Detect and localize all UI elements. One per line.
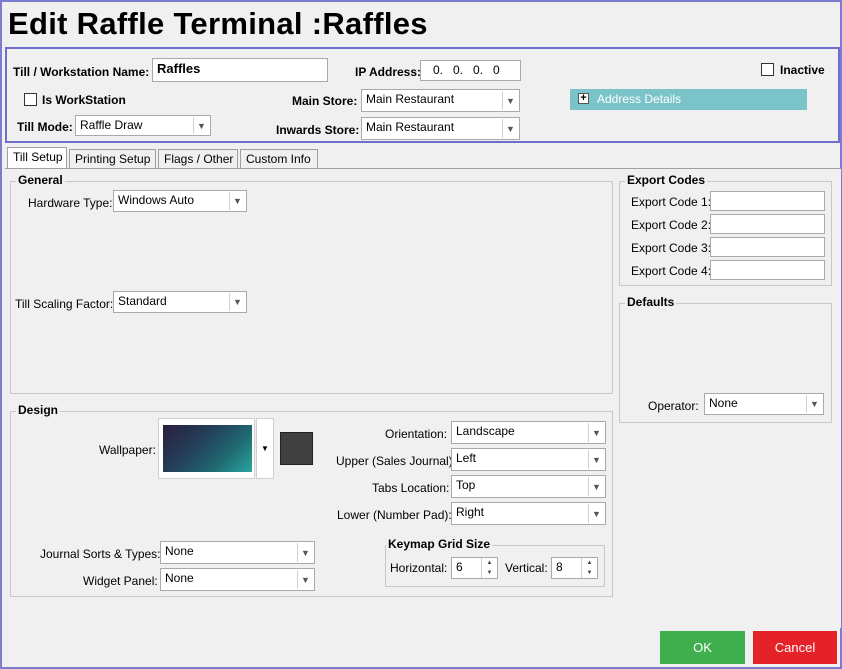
hardware-type-value: Windows Auto xyxy=(118,193,195,207)
upper-sales-journal-value: Left xyxy=(456,451,477,465)
chevron-down-icon: ▼ xyxy=(588,477,604,496)
orientation-select[interactable]: Landscape ▼ xyxy=(451,421,606,444)
wallpaper-thumbnail xyxy=(163,425,252,472)
lower-number-pad-label: Lower (Number Pad): xyxy=(337,508,452,522)
export-code-3-label: Export Code 3: xyxy=(631,241,712,255)
horizontal-value: 6 xyxy=(456,560,463,574)
journal-sorts-label: Journal Sorts & Types: xyxy=(40,547,161,561)
upper-sales-journal-select[interactable]: Left ▼ xyxy=(451,448,606,471)
export-code-3-input[interactable] xyxy=(710,237,825,257)
wallpaper-dropdown-button[interactable]: ▼ xyxy=(256,418,274,479)
tabs-location-label: Tabs Location: xyxy=(372,481,450,495)
cancel-button[interactable]: Cancel xyxy=(753,631,837,664)
journal-sorts-value: None xyxy=(165,544,194,558)
spin-down-icon[interactable]: ▼ xyxy=(481,568,497,578)
horizontal-label: Horizontal: xyxy=(390,561,448,575)
address-details-label: Address Details xyxy=(597,92,682,106)
is-workstation-checkbox[interactable] xyxy=(24,93,37,106)
design-title: Design xyxy=(16,403,61,417)
hardware-type-select[interactable]: Windows Auto ▼ xyxy=(113,190,247,212)
window-title: Edit Raffle Terminal :Raffles xyxy=(8,6,428,41)
caret-down-icon: ▼ xyxy=(261,444,269,453)
inactive-checkbox[interactable] xyxy=(761,63,774,76)
tab-printing-setup[interactable]: Printing Setup xyxy=(69,149,156,169)
chevron-down-icon: ▼ xyxy=(588,504,604,523)
chevron-down-icon: ▼ xyxy=(806,395,822,413)
till-name-input[interactable]: Raffles xyxy=(152,58,328,82)
vertical-spinner[interactable]: 8 ▲ ▼ xyxy=(551,557,598,579)
main-store-label: Main Store: xyxy=(292,94,358,108)
orientation-label: Orientation: xyxy=(385,427,448,441)
till-name-label: Till / Workstation Name: xyxy=(13,65,150,79)
is-workstation-label: Is WorkStation xyxy=(42,93,126,107)
chevron-down-icon: ▼ xyxy=(229,192,245,210)
chevron-down-icon: ▼ xyxy=(588,423,604,442)
widget-panel-select[interactable]: None ▼ xyxy=(160,568,315,591)
inactive-label: Inactive xyxy=(780,63,825,77)
general-group xyxy=(10,181,613,394)
hardware-type-label: Hardware Type: xyxy=(28,196,113,210)
tab-custom-info[interactable]: Custom Info xyxy=(240,149,318,169)
operator-select[interactable]: None ▼ xyxy=(704,393,824,415)
chevron-down-icon: ▼ xyxy=(588,450,604,469)
wallpaper-picker[interactable] xyxy=(158,418,255,479)
color-swatch[interactable] xyxy=(280,432,313,465)
chevron-down-icon: ▼ xyxy=(193,117,209,134)
spin-up-icon[interactable]: ▲ xyxy=(481,558,497,568)
till-mode-select[interactable]: Raffle Draw ▼ xyxy=(75,115,211,136)
chevron-down-icon: ▼ xyxy=(502,119,518,138)
tab-till-setup[interactable]: Till Setup xyxy=(7,147,67,169)
till-mode-value: Raffle Draw xyxy=(80,118,143,132)
expand-plus-icon: + xyxy=(578,93,589,104)
dialog-window: Edit Raffle Terminal :Raffles Till / Wor… xyxy=(0,0,842,669)
ok-button[interactable]: OK xyxy=(660,631,745,664)
lower-number-pad-value: Right xyxy=(456,505,485,519)
export-code-4-label: Export Code 4: xyxy=(631,264,712,278)
export-code-1-input[interactable] xyxy=(710,191,825,211)
widget-panel-label: Widget Panel: xyxy=(83,574,158,588)
vertical-value: 8 xyxy=(556,560,563,574)
spin-down-icon[interactable]: ▼ xyxy=(581,568,597,578)
scaling-factor-label: Till Scaling Factor: xyxy=(15,297,114,311)
address-details-toggle[interactable]: + Address Details xyxy=(570,89,807,110)
export-code-1-label: Export Code 1: xyxy=(631,195,712,209)
scaling-factor-select[interactable]: Standard ▼ xyxy=(113,291,247,313)
header-panel: Till / Workstation Name: Raffles IP Addr… xyxy=(5,47,840,143)
ip-address-label: IP Address: xyxy=(355,65,422,79)
till-mode-label: Till Mode: xyxy=(17,120,73,134)
main-store-value: Main Restaurant xyxy=(366,92,455,106)
keymap-grid-title: Keymap Grid Size xyxy=(386,537,493,551)
horizontal-spinner[interactable]: 6 ▲ ▼ xyxy=(451,557,498,579)
general-title: General xyxy=(16,173,65,187)
chevron-down-icon: ▼ xyxy=(502,91,518,110)
export-code-2-input[interactable] xyxy=(710,214,825,234)
operator-value: None xyxy=(709,396,738,410)
lower-number-pad-select[interactable]: Right ▼ xyxy=(451,502,606,525)
tab-flags-other[interactable]: Flags / Other xyxy=(158,149,238,169)
chevron-down-icon: ▼ xyxy=(297,543,313,562)
defaults-title: Defaults xyxy=(625,295,677,309)
vertical-label: Vertical: xyxy=(505,561,548,575)
orientation-value: Landscape xyxy=(456,424,515,438)
export-codes-title: Export Codes xyxy=(625,173,708,187)
export-code-4-input[interactable] xyxy=(710,260,825,280)
spin-up-icon[interactable]: ▲ xyxy=(581,558,597,568)
upper-sales-journal-label: Upper (Sales Journal): xyxy=(336,454,457,468)
journal-sorts-select[interactable]: None ▼ xyxy=(160,541,315,564)
chevron-down-icon: ▼ xyxy=(229,293,245,311)
operator-label: Operator: xyxy=(648,399,699,413)
widget-panel-value: None xyxy=(165,571,194,585)
inwards-store-label: Inwards Store: xyxy=(276,123,360,137)
wallpaper-label: Wallpaper: xyxy=(99,443,156,457)
inwards-store-select[interactable]: Main Restaurant ▼ xyxy=(361,117,520,140)
main-store-select[interactable]: Main Restaurant ▼ xyxy=(361,89,520,112)
ip-address-input[interactable]: 0. 0. 0. 0 xyxy=(420,60,521,81)
export-code-2-label: Export Code 2: xyxy=(631,218,712,232)
tabs-location-select[interactable]: Top ▼ xyxy=(451,475,606,498)
scaling-factor-value: Standard xyxy=(118,294,167,308)
inwards-store-value: Main Restaurant xyxy=(366,120,455,134)
chevron-down-icon: ▼ xyxy=(297,570,313,589)
tabs-location-value: Top xyxy=(456,478,476,492)
